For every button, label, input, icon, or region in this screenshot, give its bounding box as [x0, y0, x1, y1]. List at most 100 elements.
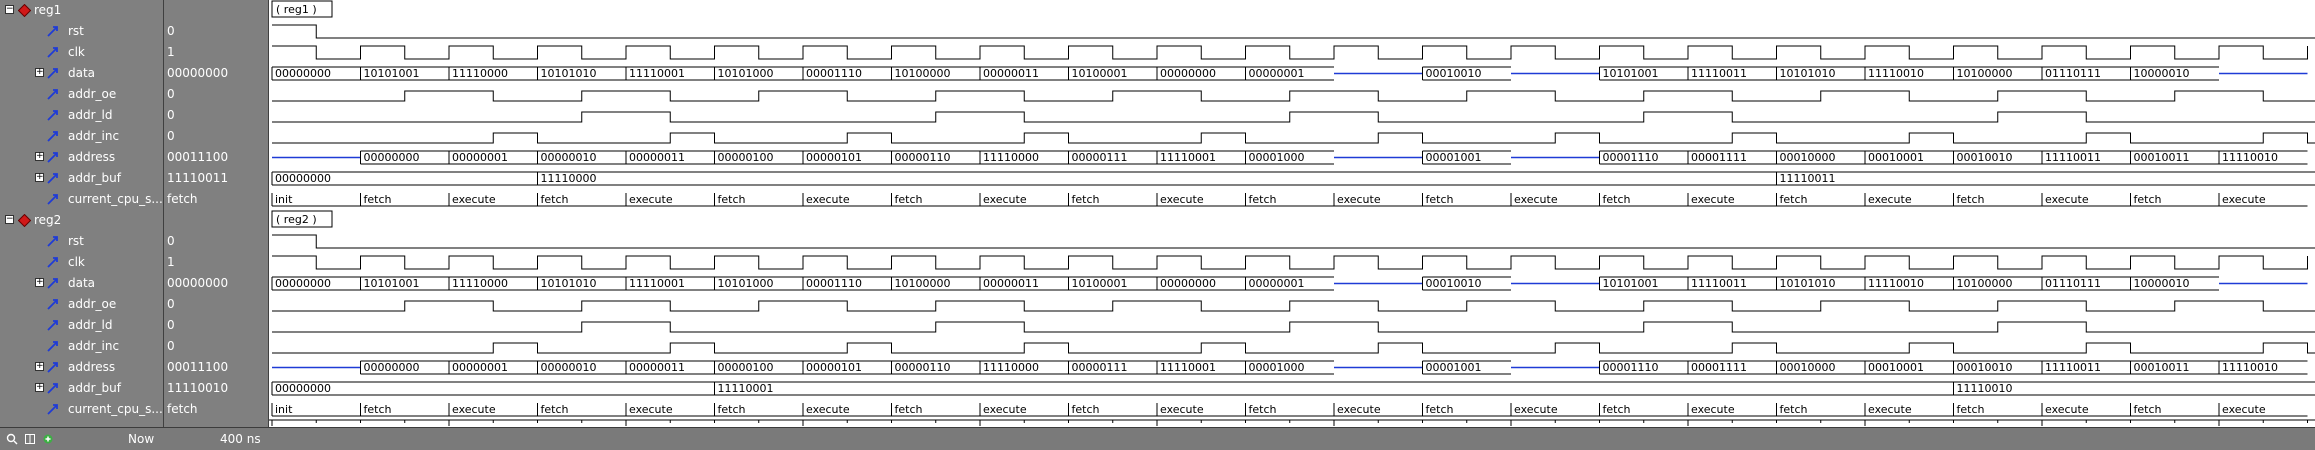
signal-row-addr-oe[interactable]: addr_oe	[0, 294, 163, 315]
signal-name: address	[68, 150, 115, 164]
signal-value-row: 0	[164, 315, 268, 336]
expand-toggle[interactable]: +	[35, 68, 44, 77]
signal-name: current_cpu_s...	[68, 402, 163, 416]
cursor-icon[interactable]	[24, 433, 36, 445]
bus-value-label: 11110001	[629, 67, 685, 80]
signal-icon	[47, 46, 60, 59]
signal-value-row: 0	[164, 126, 268, 147]
signal-row-addr-ld[interactable]: addr_ld	[0, 105, 163, 126]
bus-value-label: 11110011	[1691, 67, 1747, 80]
signal-row-data[interactable]: +data	[0, 273, 163, 294]
signal-names-pane[interactable]: −reg1rstclk+dataaddr_oeaddr_ldaddr_inc+a…	[0, 0, 164, 427]
bus-value-label: 10000010	[2134, 277, 2190, 290]
now-value: 400 ns	[220, 432, 261, 446]
signal-name: addr_oe	[68, 87, 116, 101]
bus-value-label: 10100000	[1957, 67, 2013, 80]
signal-value: 00000000	[167, 276, 228, 290]
signal-row-data[interactable]: + data	[0, 63, 163, 84]
expand-toggle[interactable]: +	[35, 152, 44, 161]
bus-value-label: 00000000	[275, 172, 331, 185]
signal-row-rst[interactable]: rst	[0, 21, 163, 42]
cpu-state-waveform: initfetchexecutefetchexecutefetchexecute…	[272, 193, 2308, 206]
signal-name: addr_buf	[68, 171, 121, 185]
bus-value-label: 00010001	[1868, 361, 1924, 374]
bus-value-label: 11110010	[1868, 67, 1924, 80]
bus-value-label: 11110000	[983, 151, 1039, 164]
signal-name: rst	[68, 24, 84, 38]
signal-row-addr-inc[interactable]: addr_inc	[0, 126, 163, 147]
bus-value-label: 10101001	[1603, 67, 1659, 80]
expand-toggle[interactable]: +	[35, 173, 44, 182]
bus-value-label: 00000000	[1160, 67, 1216, 80]
expand-toggle[interactable]: +	[35, 383, 44, 392]
signal-row-addr-buf[interactable]: + addr_buf	[0, 168, 163, 189]
signal-value-row: 1	[164, 42, 268, 63]
expand-toggle[interactable]: +	[35, 362, 44, 371]
signal-values-pane[interactable]: 01000000000000001110011110011fetch010000…	[164, 0, 269, 427]
bus-value-label: 00010001	[1868, 151, 1924, 164]
signal-value: 0	[167, 24, 175, 38]
bus-value-label: 11110001	[1160, 151, 1216, 164]
waveform-canvas[interactable]: ( reg1 )00000000101010011111000010101010…	[269, 0, 2315, 427]
state-label: fetch	[1957, 403, 1985, 416]
addr-buf-waveform: 000000001111000011110011	[272, 172, 2315, 185]
signal-name: data	[68, 66, 95, 80]
signal-row-addr-ld[interactable]: addr_ld	[0, 315, 163, 336]
signal-row-rst[interactable]: rst	[0, 231, 163, 252]
bus-value-label: 00000000	[1160, 277, 1216, 290]
signal-row-address[interactable]: + address	[0, 147, 163, 168]
state-label: execute	[1691, 403, 1735, 416]
signal-value-row: 0	[164, 231, 268, 252]
state-label: execute	[806, 193, 850, 206]
signal-value: 0	[167, 129, 175, 143]
collapse-toggle[interactable]: −	[5, 5, 14, 14]
bus-value-label: 11110001	[1160, 361, 1216, 374]
signal-row-current-cpu-s[interactable]: current_cpu_s...	[0, 189, 163, 210]
signal-row-reg1[interactable]: −reg1	[0, 0, 163, 21]
signal-icon	[47, 25, 60, 38]
bus-value-label: 00001110	[1603, 151, 1659, 164]
state-label: execute	[452, 193, 496, 206]
state-label: fetch	[1072, 403, 1100, 416]
signal-icon	[47, 67, 60, 80]
bus-value-label: 00000000	[275, 67, 331, 80]
signal-icon	[47, 382, 60, 395]
waveform-area[interactable]: ( reg1 )00000000101010011111000010101010…	[269, 0, 2315, 427]
expand-toggle[interactable]: +	[35, 278, 44, 287]
signal-row-clk[interactable]: clk	[0, 252, 163, 273]
group-icon	[18, 4, 31, 17]
bus-value-label: 00000110	[895, 361, 951, 374]
bus-value-label: 10000010	[2134, 67, 2190, 80]
signal-value: fetch	[167, 402, 198, 416]
state-label: init	[275, 193, 293, 206]
bus-value-label: 11110000	[452, 277, 508, 290]
bus-value-label: 10101001	[364, 277, 420, 290]
state-label: fetch	[895, 403, 923, 416]
bus-value-label: 10101010	[541, 67, 597, 80]
state-label: execute	[1160, 193, 1204, 206]
address-bus-waveform: 0000000000000001000000100000001100000100…	[272, 361, 2308, 374]
collapse-toggle[interactable]: −	[5, 215, 14, 224]
signal-row-address[interactable]: +address	[0, 357, 163, 378]
signal-value-row: 11110011	[164, 168, 268, 189]
bus-value-label: 10101001	[364, 67, 420, 80]
signal-row-clk[interactable]: clk	[0, 42, 163, 63]
signal-value: 00011100	[167, 150, 228, 164]
bus-value-label: 00000100	[718, 361, 774, 374]
signal-value-row: 0	[164, 294, 268, 315]
signal-row-addr-oe[interactable]: addr_oe	[0, 84, 163, 105]
signal-value: 11110010	[167, 381, 228, 395]
state-label: execute	[1868, 403, 1912, 416]
signal-row-reg2[interactable]: −reg2	[0, 210, 163, 231]
zoom-icon[interactable]	[6, 433, 18, 445]
signal-row-addr-inc[interactable]: addr_inc	[0, 336, 163, 357]
signal-row-current-cpu-s[interactable]: current_cpu_s...	[0, 399, 163, 420]
bus-segment	[715, 382, 1954, 395]
add-cursor-icon[interactable]	[42, 433, 54, 445]
bus-value-label: 10101000	[718, 277, 774, 290]
signal-row-addr-buf[interactable]: +addr_buf	[0, 378, 163, 399]
signal-value-row: 0	[164, 105, 268, 126]
bus-value-label: 00000001	[452, 361, 508, 374]
rst-waveform	[272, 235, 2315, 248]
bus-value-label: 00001111	[1691, 151, 1747, 164]
